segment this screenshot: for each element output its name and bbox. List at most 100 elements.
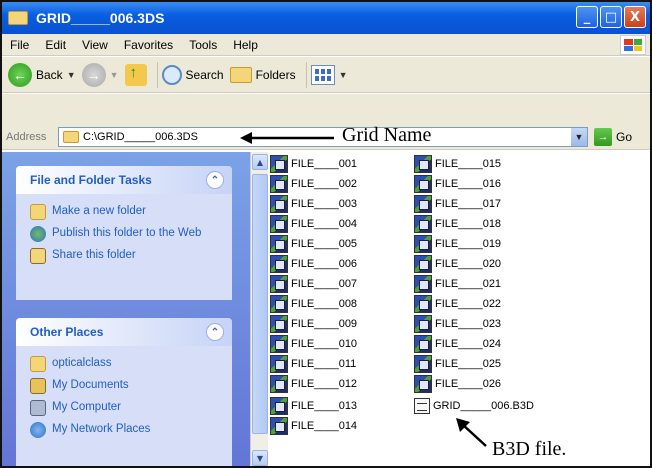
menu-help[interactable]: Help <box>225 38 266 52</box>
back-dropdown-icon[interactable]: ▼ <box>67 70 76 80</box>
views-icon <box>310 64 335 85</box>
scroll-thumb[interactable] <box>252 174 268 434</box>
file-item[interactable]: FILE____008 <box>270 294 357 314</box>
file-item[interactable]: FILE____012 <box>270 374 357 394</box>
forward-button[interactable]: → ▼ <box>81 62 119 87</box>
collapse-icon[interactable]: ⌃ <box>206 171 224 189</box>
b3d-file-item[interactable]: GRID_____006.B3D <box>414 396 534 416</box>
file-item[interactable]: FILE____022 <box>414 294 501 314</box>
place-opticalclass[interactable]: opticalclass <box>30 356 222 372</box>
views-dropdown-icon[interactable]: ▼ <box>339 70 348 80</box>
file-item[interactable]: FILE____006 <box>270 254 357 274</box>
menu-bar: File Edit View Favorites Tools Help <box>2 34 650 56</box>
menu-file[interactable]: File <box>2 38 37 52</box>
place-label: My Documents <box>52 379 129 391</box>
file-name: FILE____024 <box>435 338 502 350</box>
share-folder-icon <box>30 248 46 264</box>
3ds-file-icon <box>270 175 288 193</box>
file-item[interactable]: FILE____015 <box>414 154 501 174</box>
panel-title: File and Folder Tasks <box>30 173 152 187</box>
toolbar: ← Back ▼ → ▼ Search Folders ▼ <box>2 57 650 93</box>
place-my-network[interactable]: My Network Places <box>30 422 222 438</box>
file-item[interactable]: FILE____001 <box>270 154 357 174</box>
file-item[interactable]: FILE____013 <box>270 396 357 416</box>
network-icon <box>30 422 46 438</box>
menu-tools[interactable]: Tools <box>181 38 225 52</box>
windows-logo-icon <box>620 35 646 55</box>
file-item[interactable]: FILE____010 <box>270 334 357 354</box>
vertical-scrollbar[interactable]: ▲ ▼ <box>250 152 268 466</box>
file-name: FILE____004 <box>291 218 358 230</box>
computer-icon <box>30 400 46 416</box>
search-label: Search <box>185 67 224 82</box>
3ds-file-icon <box>270 275 288 293</box>
3ds-file-icon <box>414 315 432 333</box>
file-item[interactable]: FILE____003 <box>270 194 357 214</box>
3ds-file-icon <box>270 215 288 233</box>
menu-view[interactable]: View <box>74 38 116 52</box>
maximize-button[interactable]: □ <box>600 6 622 28</box>
file-item[interactable]: FILE____005 <box>270 234 357 254</box>
task-share-folder[interactable]: Share this folder <box>30 248 222 264</box>
menu-edit[interactable]: Edit <box>37 38 74 52</box>
file-item[interactable]: FILE____023 <box>414 314 501 334</box>
globe-icon <box>30 226 46 242</box>
file-item[interactable]: FILE____025 <box>414 354 501 374</box>
address-dropdown-button[interactable]: ▼ <box>571 127 587 146</box>
file-name: GRID_____006.B3D <box>433 400 534 412</box>
3ds-file-icon <box>414 335 432 353</box>
search-button[interactable]: Search <box>161 64 224 85</box>
task-publish-folder[interactable]: Publish this folder to the Web <box>30 226 222 242</box>
place-my-computer[interactable]: My Computer <box>30 400 222 416</box>
file-item[interactable]: FILE____016 <box>414 174 501 194</box>
file-item[interactable]: FILE____020 <box>414 254 501 274</box>
go-button[interactable]: → Go <box>594 127 632 146</box>
grid-name-annotation: Grid Name <box>342 124 432 146</box>
scroll-up-button[interactable]: ▲ <box>252 154 268 170</box>
file-item[interactable]: FILE____026 <box>414 374 501 394</box>
other-places-panel: Other Places ⌃ opticalclass My Documents… <box>16 318 232 466</box>
file-name: FILE____001 <box>291 158 358 170</box>
panel-header[interactable]: File and Folder Tasks ⌃ <box>16 166 232 194</box>
scroll-down-button[interactable]: ▼ <box>252 450 268 466</box>
file-item[interactable]: FILE____024 <box>414 334 501 354</box>
task-label: Share this folder <box>52 249 136 261</box>
b3d-file-annotation: B3D file. <box>492 438 567 460</box>
place-my-documents[interactable]: My Documents <box>30 378 222 394</box>
file-item[interactable]: FILE____019 <box>414 234 501 254</box>
3ds-file-icon <box>270 417 288 435</box>
file-folder-tasks-panel: File and Folder Tasks ⌃ Make a new folde… <box>16 166 232 300</box>
collapse-icon[interactable]: ⌃ <box>206 323 224 341</box>
file-name: FILE____019 <box>435 238 502 250</box>
file-name: FILE____010 <box>291 338 358 350</box>
up-folder-button[interactable] <box>124 63 147 86</box>
file-item[interactable]: FILE____002 <box>270 174 357 194</box>
folders-button[interactable]: Folders <box>229 66 296 83</box>
window-title: GRID_____006.3DS <box>36 10 165 26</box>
file-item[interactable]: FILE____009 <box>270 314 357 334</box>
b3d-file-icon <box>414 398 430 414</box>
menu-favorites[interactable]: Favorites <box>116 38 181 52</box>
minimize-button[interactable]: _ <box>576 6 598 28</box>
panel-header[interactable]: Other Places ⌃ <box>16 318 232 346</box>
close-button[interactable]: X <box>624 6 646 28</box>
file-item[interactable]: FILE____021 <box>414 274 501 294</box>
task-make-new-folder[interactable]: Make a new folder <box>30 204 222 220</box>
file-item[interactable]: FILE____011 <box>270 354 356 374</box>
3ds-file-icon <box>270 155 288 173</box>
file-name: FILE____009 <box>291 318 358 330</box>
file-list: FILE____001 FILE____002 FILE____003 FILE… <box>270 152 650 466</box>
title-bar[interactable]: GRID_____006.3DS _ □ X <box>2 2 650 34</box>
file-name: FILE____013 <box>291 400 358 412</box>
file-name: FILE____008 <box>291 298 358 310</box>
file-item[interactable]: FILE____017 <box>414 194 501 214</box>
file-name: FILE____012 <box>291 378 358 390</box>
file-item[interactable]: FILE____007 <box>270 274 357 294</box>
views-button[interactable]: ▼ <box>310 64 348 85</box>
back-button[interactable]: ← Back ▼ <box>8 62 76 87</box>
file-item[interactable]: FILE____018 <box>414 214 501 234</box>
file-item[interactable]: FILE____014 <box>270 416 357 436</box>
forward-dropdown-icon[interactable]: ▼ <box>110 70 119 80</box>
go-arrow-icon: → <box>594 127 612 146</box>
file-item[interactable]: FILE____004 <box>270 214 357 234</box>
